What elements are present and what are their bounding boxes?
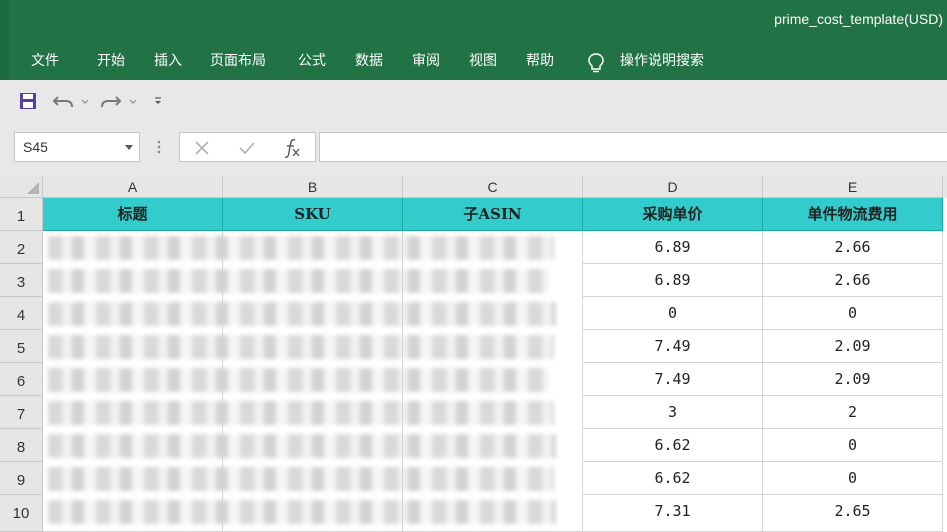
header-cell-sku[interactable]: SKU: [223, 198, 403, 231]
formula-input[interactable]: [319, 132, 947, 162]
row-header-10[interactable]: 10: [0, 495, 43, 532]
select-all-button[interactable]: [0, 176, 43, 198]
cell-e2[interactable]: 2.66: [763, 231, 943, 264]
save-icon[interactable]: [19, 92, 37, 110]
check-icon[interactable]: [238, 140, 256, 156]
header-cell-logistics-cost[interactable]: 单件物流费用: [763, 198, 943, 231]
column-header-d[interactable]: D: [583, 176, 763, 198]
tab-file[interactable]: 文件: [31, 50, 59, 72]
cell-e5[interactable]: 2.09: [763, 330, 943, 363]
cell-d6[interactable]: 7.49: [583, 363, 763, 396]
cell-d2[interactable]: 6.89: [583, 231, 763, 264]
row-header-8[interactable]: 8: [0, 429, 43, 462]
insert-function-icon[interactable]: [282, 137, 302, 159]
tab-formulas[interactable]: 公式: [298, 50, 326, 72]
column-headers: A B C D E: [0, 176, 947, 198]
undo-icon[interactable]: [52, 91, 74, 111]
row-header-4[interactable]: 4: [0, 297, 43, 330]
redo-icon[interactable]: [100, 91, 122, 111]
cancel-icon[interactable]: [194, 140, 210, 156]
quick-access-toolbar: [0, 80, 947, 122]
column-header-c[interactable]: C: [403, 176, 583, 198]
column-header-b[interactable]: B: [223, 176, 403, 198]
tab-view[interactable]: 视图: [469, 50, 497, 72]
cell-e10[interactable]: 2.65: [763, 495, 943, 532]
cell-d8[interactable]: 6.62: [583, 429, 763, 462]
cell-d5[interactable]: 7.49: [583, 330, 763, 363]
row-header-6[interactable]: 6: [0, 363, 43, 396]
cell-d9[interactable]: 6.62: [583, 462, 763, 495]
cell-e8[interactable]: 0: [763, 429, 943, 462]
lightbulb-icon[interactable]: [587, 52, 605, 74]
column-b-cells[interactable]: [223, 231, 403, 532]
cell-e6[interactable]: 2.09: [763, 363, 943, 396]
ribbon-tabs: 文件 开始 插入 页面布局 公式 数据 审阅 视图 帮助 操作说明搜索: [0, 50, 947, 72]
cell-d4[interactable]: 0: [583, 297, 763, 330]
row-header-5[interactable]: 5: [0, 330, 43, 363]
name-box-value: S45: [23, 139, 48, 155]
tab-data[interactable]: 数据: [355, 50, 383, 72]
row-header-9[interactable]: 9: [0, 462, 43, 495]
document-title: prime_cost_template(USD): [774, 11, 943, 27]
tell-me-search[interactable]: 操作说明搜索: [620, 50, 704, 72]
drag-handle-icon[interactable]: [157, 139, 161, 155]
header-cell-child-asin[interactable]: 子ASIN: [403, 198, 583, 231]
select-all-icon: [27, 182, 39, 194]
column-header-a[interactable]: A: [43, 176, 223, 198]
tab-home[interactable]: 开始: [97, 50, 125, 72]
redo-dropdown-icon[interactable]: [128, 91, 138, 111]
column-c-cells[interactable]: [403, 231, 583, 532]
row-header-7[interactable]: 7: [0, 396, 43, 429]
cell-d10[interactable]: 7.31: [583, 495, 763, 532]
header-cell-purchase-price[interactable]: 采购单价: [583, 198, 763, 231]
customize-toolbar-icon[interactable]: [153, 91, 163, 111]
cell-e4[interactable]: 0: [763, 297, 943, 330]
tab-help[interactable]: 帮助: [526, 50, 554, 72]
column-header-e[interactable]: E: [763, 176, 943, 198]
row-header-3[interactable]: 3: [0, 264, 43, 297]
undo-dropdown-icon[interactable]: [80, 91, 90, 111]
formula-bar: S45: [0, 122, 947, 176]
cell-e7[interactable]: 2: [763, 396, 943, 429]
title-bar: prime_cost_template(USD) 文件 开始 插入 页面布局 公…: [0, 0, 947, 80]
header-cell-title[interactable]: 标题: [43, 198, 223, 231]
name-box[interactable]: S45: [14, 132, 140, 162]
column-a-cells[interactable]: [43, 231, 223, 532]
chevron-down-icon[interactable]: [125, 145, 133, 150]
formula-buttons: [179, 132, 316, 162]
tab-insert[interactable]: 插入: [154, 50, 182, 72]
row-header-2[interactable]: 2: [0, 231, 43, 264]
cell-e3[interactable]: 2.66: [763, 264, 943, 297]
cell-d3[interactable]: 6.89: [583, 264, 763, 297]
cell-d7[interactable]: 3: [583, 396, 763, 429]
row-header-1[interactable]: 1: [0, 198, 43, 231]
tab-review[interactable]: 审阅: [412, 50, 440, 72]
tab-page-layout[interactable]: 页面布局: [210, 50, 266, 72]
cell-e9[interactable]: 0: [763, 462, 943, 495]
